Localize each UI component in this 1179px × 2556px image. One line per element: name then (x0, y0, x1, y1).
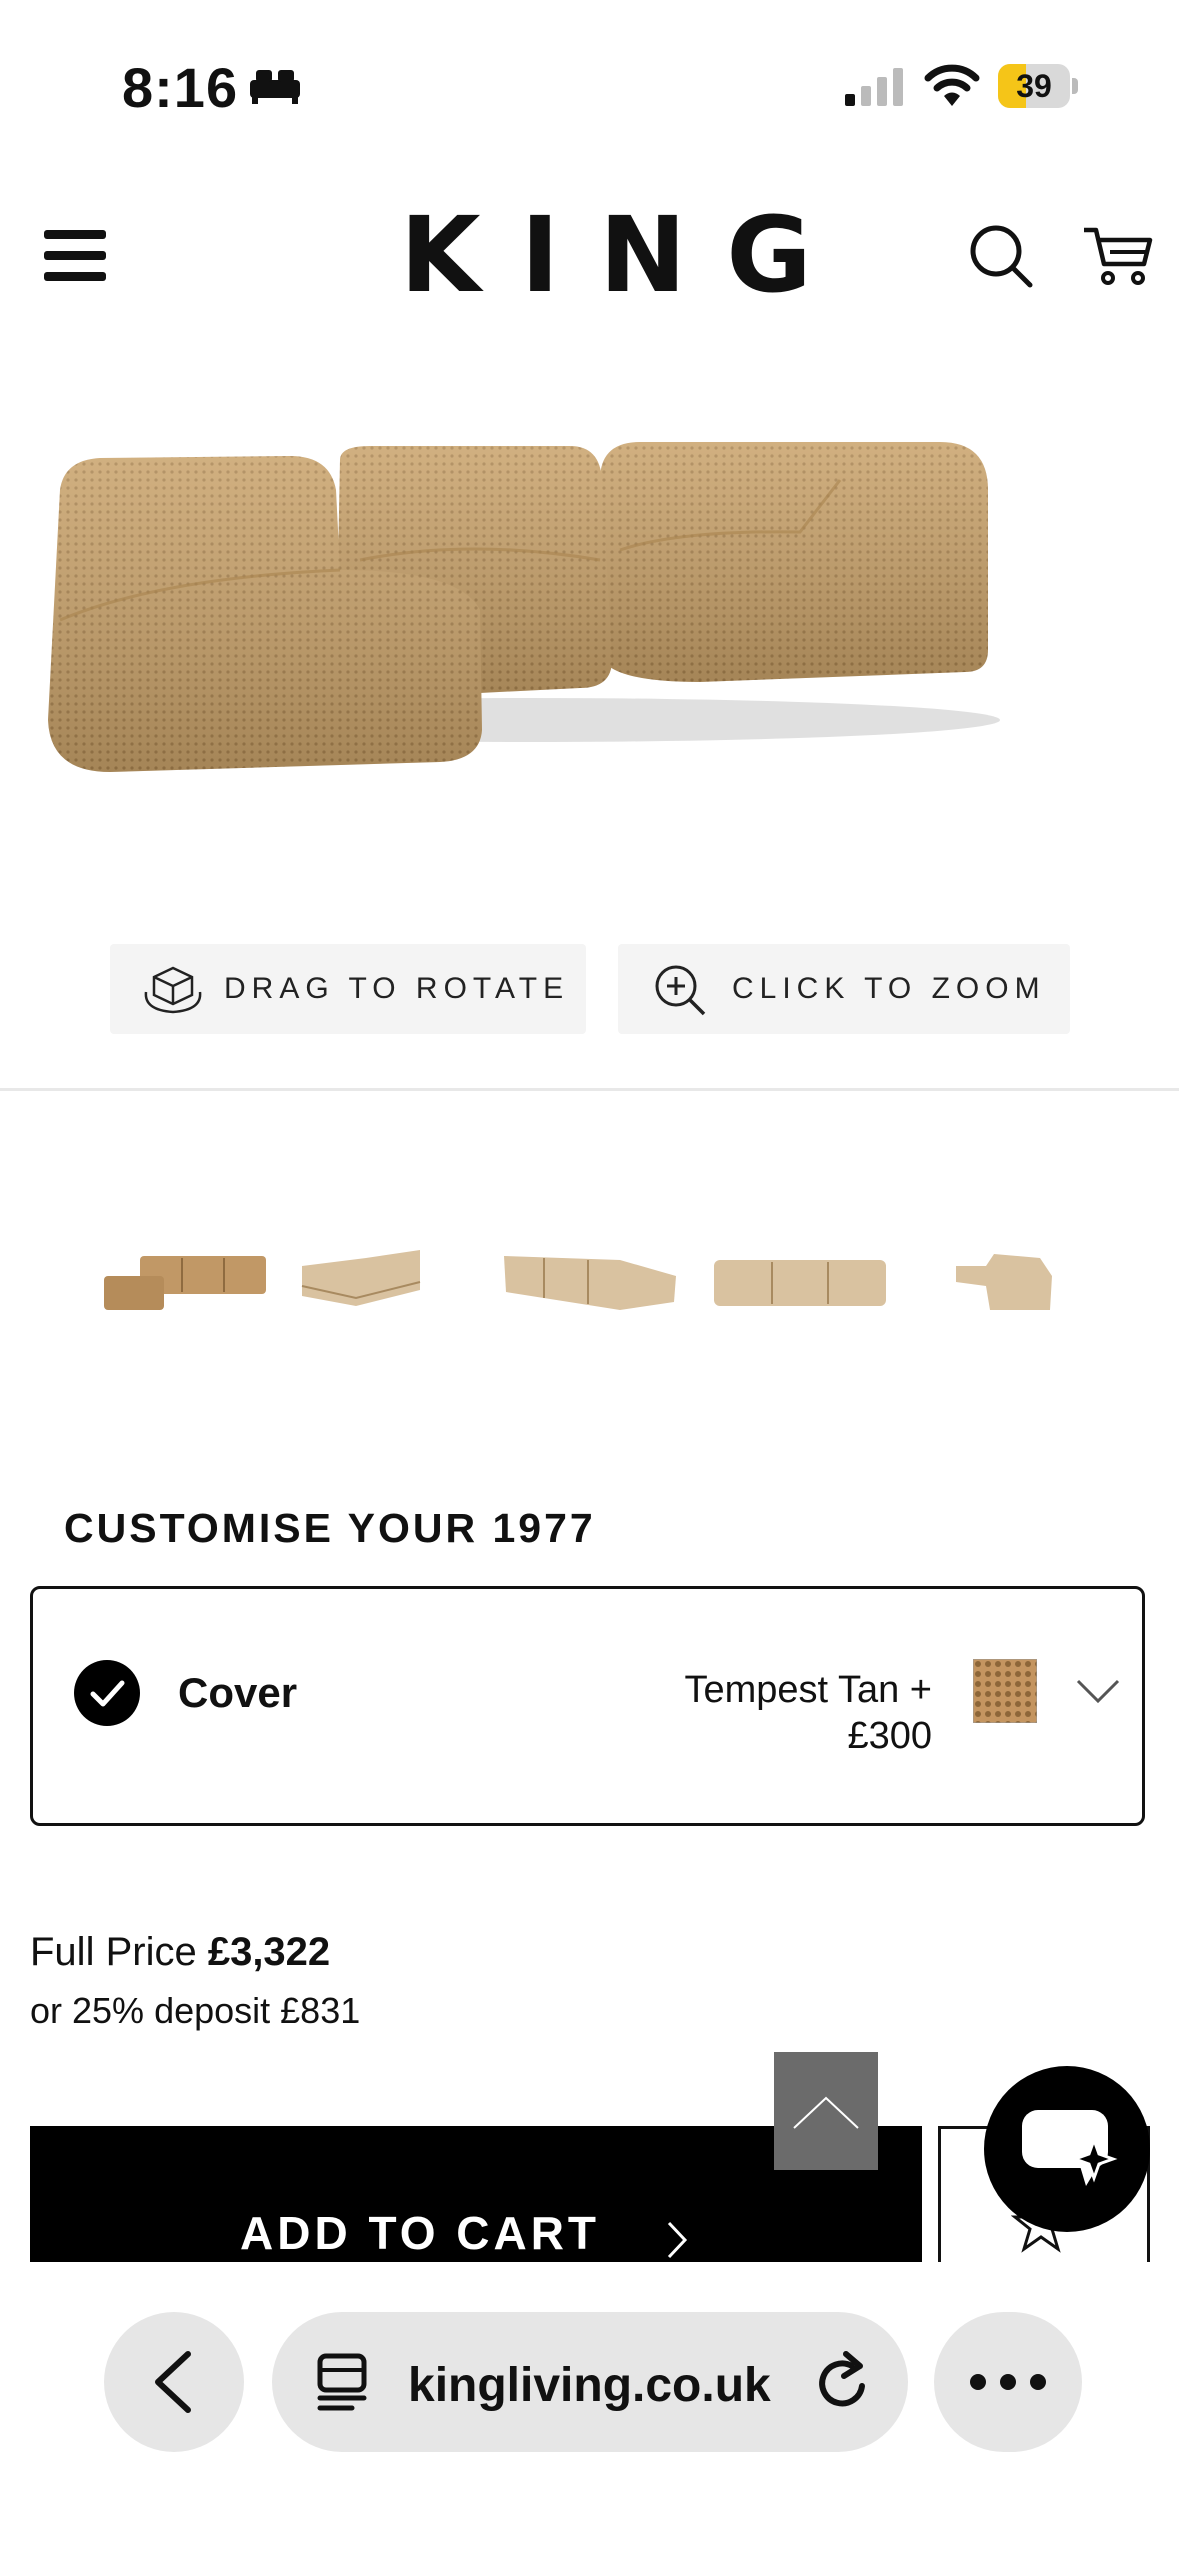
thumbnail-back[interactable] (500, 1236, 680, 1326)
bed-icon (250, 70, 300, 104)
cart-icon[interactable] (1082, 224, 1154, 288)
signal-icon (845, 68, 903, 106)
cover-label: Cover (178, 1669, 298, 1716)
scroll-to-top-button[interactable] (774, 2052, 878, 2170)
search-icon[interactable] (968, 223, 1034, 289)
thumbnail-front[interactable] (100, 1236, 270, 1326)
reload-icon[interactable] (812, 2350, 874, 2414)
deposit-text: or 25% deposit £831 (30, 1990, 361, 2031)
chevron-up-icon (793, 2096, 859, 2129)
thumbnail-side-long[interactable] (710, 1236, 890, 1326)
battery-icon: 39 (998, 64, 1078, 108)
cover-value-name: Tempest Tan + (684, 1669, 932, 1711)
rotate-label: DRAG TO ROTATE (224, 972, 570, 1005)
more-options-button[interactable] (934, 2312, 1082, 2452)
add-to-cart-label: ADD TO CART (240, 2207, 601, 2259)
full-price-label: Full Price (30, 1930, 197, 1974)
customise-title: CUSTOMISE YOUR 1977 (64, 1505, 596, 1551)
page-settings-icon[interactable] (312, 2352, 372, 2412)
cover-value: Tempest Tan + £300 (572, 1667, 932, 1759)
cover-value-price: £300 (847, 1715, 932, 1757)
chevron-left-icon (155, 2351, 191, 2413)
thumbnail-side[interactable] (950, 1236, 1060, 1326)
ellipsis-icon (970, 2374, 1046, 2390)
url-text: kingliving.co.uk (408, 2359, 771, 2412)
wifi-icon (924, 64, 980, 106)
full-price-value: £3,322 (207, 1930, 331, 1974)
chat-sparkle-icon (1022, 2110, 1118, 2186)
full-price: Full Price £3,322 (30, 1930, 330, 1975)
chevron-down-icon[interactable] (1075, 1677, 1121, 1705)
drag-to-rotate-button[interactable]: DRAG TO ROTATE (110, 944, 586, 1034)
chat-button[interactable] (984, 2066, 1150, 2232)
status-time: 8:16 (122, 56, 239, 119)
product-sofa-image[interactable] (40, 420, 1000, 810)
fabric-swatch (973, 1659, 1037, 1723)
battery-level: 39 (1016, 68, 1052, 104)
cover-selector[interactable]: Cover Tempest Tan + £300 (30, 1586, 1145, 1826)
checkmark-icon (74, 1660, 140, 1726)
brand-logo[interactable]: KING (400, 203, 812, 307)
zoom-label: CLICK TO ZOOM (732, 972, 1046, 1005)
click-to-zoom-button[interactable]: CLICK TO ZOOM (618, 944, 1070, 1034)
address-bar[interactable]: kingliving.co.uk (272, 2312, 908, 2452)
divider (0, 1088, 1179, 1091)
zoom-in-icon (655, 965, 706, 1016)
thumbnail-angle[interactable] (296, 1236, 426, 1326)
chevron-right-icon (667, 2221, 688, 2259)
menu-icon[interactable] (42, 228, 110, 284)
back-button[interactable] (104, 2312, 244, 2452)
rotate-cube-icon (144, 966, 202, 1014)
